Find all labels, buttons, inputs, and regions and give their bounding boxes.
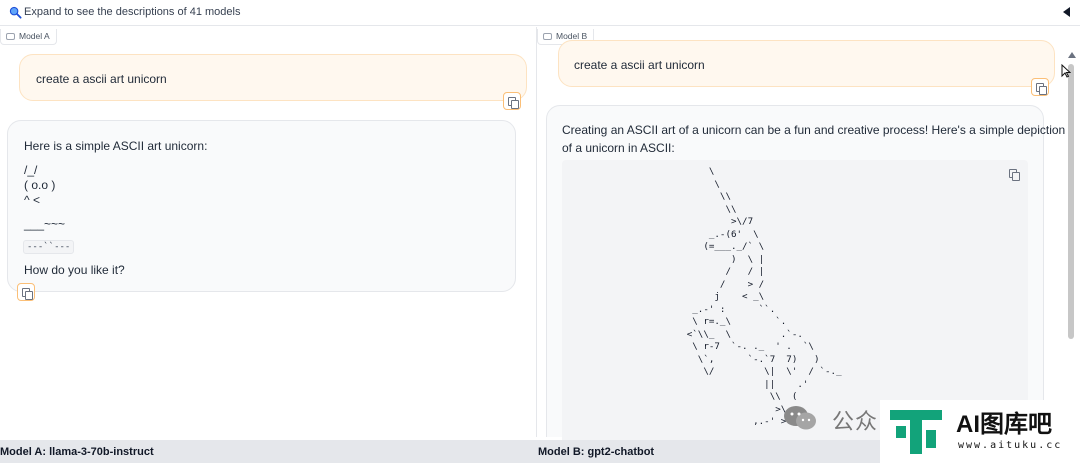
wechat-icon [784,406,816,430]
art-line: ( o.o ) [24,178,56,192]
brand-badge: AI图库吧 www.aituku.cc [880,400,1080,463]
art-line: ___~~~ [24,217,66,231]
chat-icon [543,33,552,40]
bot-message-a: Here is a simple ASCII art unicorn: /_/ … [7,120,516,292]
chat-icon [6,33,15,40]
model-a-tag: Model A [0,29,57,45]
reply-intro-line2: of a unicorn in ASCII: [562,141,675,155]
copy-prompt-b-button[interactable] [1031,78,1049,96]
model-a-panel: Model A create a ascii art unicorn Here … [0,27,537,437]
models-expander[interactable]: Expand to see the descriptions of 41 mod… [0,0,1080,26]
expander-label[interactable]: Expand to see the descriptions of 41 mod… [24,6,240,18]
model-b-name: Model B: gpt2-chatbot [538,446,655,458]
copy-prompt-a-button[interactable] [503,92,521,110]
reply-outro: How do you like it? [24,263,125,277]
art-line: ^ < [24,193,40,207]
watermark: 公众 AI图库吧 www.aituku.cc [780,398,1080,463]
watermark-cn-text: 公众 [832,409,879,434]
scroll-thumb[interactable] [1068,64,1074,339]
brand-url: www.aituku.cc [958,440,1063,451]
prompt-text: create a ascii art unicorn [36,72,167,86]
ascii-unicorn-code: \ \ \\ \\ >\/7 _.-(6' \ (=___._/` \ ) \ … [686,166,842,427]
user-message-b: create a ascii art unicorn [558,40,1055,87]
brand-name: AI图库吧 [956,411,1052,438]
user-message-a: create a ascii art unicorn [19,54,527,101]
model-a-name: Model A: llama-3-70b-instruct [0,446,154,458]
art-line: /_/ [24,163,38,177]
copy-reply-a-button[interactable] [17,283,35,301]
reply-intro: Here is a simple ASCII art unicorn: [24,139,208,153]
prompt-text: create a ascii art unicorn [574,58,705,72]
reply-intro-line1: Creating an ASCII art of a unicorn can b… [562,123,1066,137]
brand-logo-icon [890,410,942,454]
search-icon [9,6,22,19]
collapse-arrow-icon[interactable] [1063,7,1070,17]
mouse-cursor-icon [1061,64,1071,78]
scroll-up-arrow-icon[interactable] [1068,52,1076,58]
inline-code: ---``--- [23,240,75,254]
scrollbar[interactable] [1066,48,1077,348]
copy-code-icon[interactable] [1008,168,1020,181]
